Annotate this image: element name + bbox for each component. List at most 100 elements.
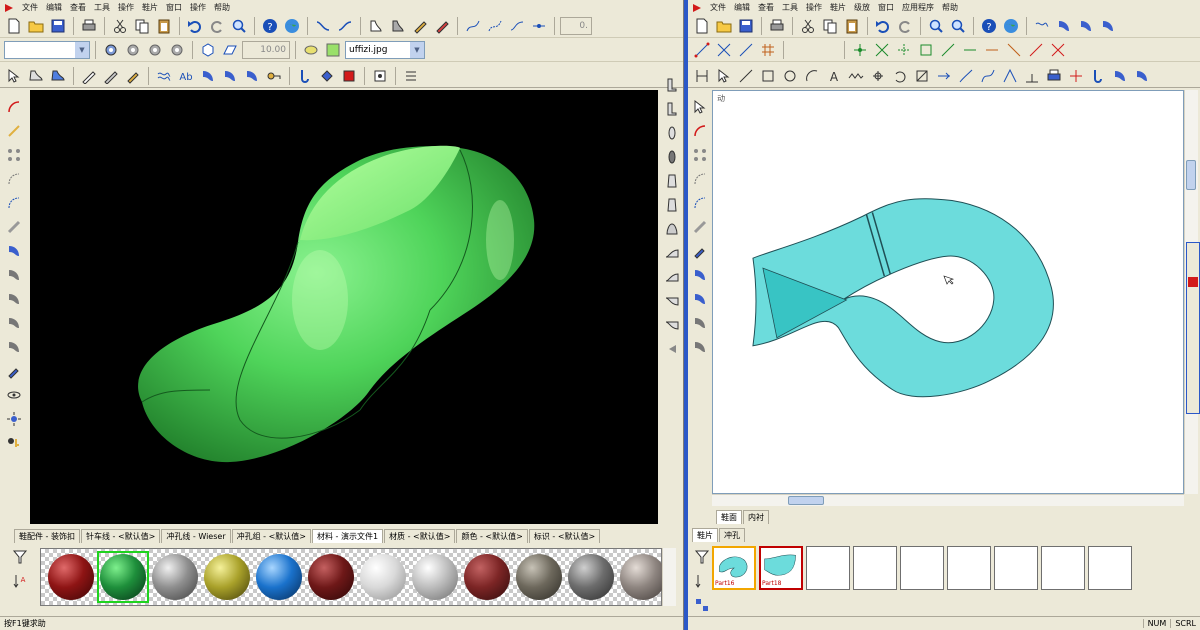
shoe-iso-3-icon[interactable]	[662, 290, 682, 312]
mirror-icon[interactable]	[313, 16, 333, 36]
stitch-v2-icon[interactable]	[690, 192, 710, 214]
mirror-2-icon[interactable]	[335, 16, 355, 36]
pointer-v-icon[interactable]	[690, 96, 710, 118]
menu-edit[interactable]: 编辑	[46, 2, 62, 13]
copy-icon[interactable]	[820, 16, 840, 36]
ruler-icon[interactable]	[4, 216, 24, 238]
piece-5-icon[interactable]	[1132, 66, 1152, 86]
text-icon[interactable]: Ab	[176, 66, 196, 86]
undo-icon[interactable]	[185, 16, 205, 36]
paste-icon[interactable]	[842, 16, 862, 36]
fill-icon[interactable]	[317, 66, 337, 86]
grid-dots-v-icon[interactable]	[690, 144, 710, 166]
zigzag-icon[interactable]	[846, 66, 866, 86]
material-swatch-light-grey[interactable]	[409, 551, 461, 603]
menu-view[interactable]: 查看	[758, 2, 774, 13]
shoe-iso-icon[interactable]	[662, 242, 682, 264]
shoe-icon[interactable]	[48, 66, 68, 86]
curve-4-icon[interactable]	[529, 16, 549, 36]
wave-icon[interactable]	[1032, 16, 1052, 36]
tab-logo[interactable]: 标识 - <默认值>	[528, 529, 601, 543]
zoom-icon[interactable]	[229, 16, 249, 36]
open-folder-icon[interactable]	[714, 16, 734, 36]
material-swatch-maroon[interactable]	[305, 551, 357, 603]
piece-v6-icon[interactable]	[690, 264, 710, 286]
piece-v3-icon[interactable]	[4, 288, 24, 310]
piece-thumbnail[interactable]: Part16	[712, 546, 756, 590]
piece-thumbnail[interactable]	[947, 546, 991, 590]
cut-icon[interactable]	[798, 16, 818, 36]
material-swatch-dark-red[interactable]	[45, 551, 97, 603]
tab-stitching[interactable]: 针车线 - <默认值>	[80, 529, 161, 543]
menu-tools[interactable]: 工具	[94, 2, 110, 13]
filter-icon[interactable]	[10, 546, 30, 568]
material-swatch-taupe[interactable]	[513, 551, 565, 603]
material-swatch-olive[interactable]	[201, 551, 253, 603]
material-swatch-green[interactable]	[97, 551, 149, 603]
shoe-iso-2-icon[interactable]	[662, 266, 682, 288]
arc-v-icon[interactable]	[690, 120, 710, 142]
wave-icon[interactable]	[154, 66, 174, 86]
node-grid-4-icon[interactable]	[916, 40, 936, 60]
menu-applications[interactable]: 应用程序	[902, 2, 934, 13]
texture-file-select[interactable]: uffizi.jpg ▼	[345, 40, 425, 59]
tab-material[interactable]: 材料 - 演示文件1	[312, 529, 384, 543]
cross-line-icon[interactable]	[714, 40, 734, 60]
layer-select[interactable]: ▼	[4, 40, 90, 59]
split-icon[interactable]	[1066, 66, 1086, 86]
floating-properties-panel[interactable]	[1186, 242, 1200, 414]
3d-viewport[interactable]	[30, 90, 658, 524]
piece-thumbnail[interactable]	[1088, 546, 1132, 590]
node-grid-2-icon[interactable]	[872, 40, 892, 60]
shoe-tool-icon[interactable]	[366, 16, 386, 36]
hook-icon[interactable]	[295, 66, 315, 86]
notch-icon[interactable]	[1022, 66, 1042, 86]
grid-dots-icon[interactable]	[4, 144, 24, 166]
curve-tool-icon[interactable]	[956, 66, 976, 86]
knife-2-icon[interactable]	[101, 66, 121, 86]
brush-icon[interactable]	[123, 66, 143, 86]
menu-operate[interactable]: 操作	[806, 2, 822, 13]
gear-icon[interactable]	[101, 40, 121, 60]
paint-icon[interactable]	[339, 66, 359, 86]
material-swatch-brick-red[interactable]	[461, 551, 513, 603]
shoe-iso-4-icon[interactable]	[662, 314, 682, 336]
ruler-v-icon[interactable]	[690, 216, 710, 238]
stitch-icon[interactable]	[4, 168, 24, 190]
help-icon[interactable]: ?	[260, 16, 280, 36]
piece-v2-icon[interactable]	[4, 264, 24, 286]
piece-icon[interactable]	[198, 66, 218, 86]
canvas-h-scrollbar[interactable]	[712, 494, 1184, 506]
key-icon[interactable]	[264, 66, 284, 86]
texture-2-icon[interactable]	[323, 40, 343, 60]
piece-thumbnail[interactable]	[806, 546, 850, 590]
shoe-side-icon[interactable]	[662, 74, 682, 96]
filter-2-icon[interactable]	[692, 546, 712, 568]
tab-punch-line[interactable]: 冲孔线 - Wieser	[161, 529, 231, 543]
light-icon[interactable]	[4, 408, 24, 430]
piece-3-icon[interactable]	[1098, 16, 1118, 36]
gear-4-icon[interactable]	[167, 40, 187, 60]
undo-icon[interactable]	[873, 16, 893, 36]
texture-icon[interactable]	[301, 40, 321, 60]
menu-view[interactable]: 查看	[70, 2, 86, 13]
back-arrow-icon[interactable]	[662, 338, 682, 360]
stitch-2-icon[interactable]	[4, 192, 24, 214]
help-icon[interactable]: ?	[979, 16, 999, 36]
shoe-front-icon[interactable]	[662, 218, 682, 240]
node-grid-7-icon[interactable]	[982, 40, 1002, 60]
material-scrollbar[interactable]	[662, 548, 676, 606]
gear-2-icon[interactable]	[123, 40, 143, 60]
menu-file[interactable]: 文件	[22, 2, 38, 13]
rotate-icon[interactable]	[890, 66, 910, 86]
node-grid-10-icon[interactable]	[1048, 40, 1068, 60]
sort-2-icon[interactable]	[692, 570, 712, 592]
eye-key-icon[interactable]	[4, 432, 24, 454]
menu-window[interactable]: 窗口	[878, 2, 894, 13]
tab-punch[interactable]: 冲孔	[719, 528, 745, 542]
zoom-field[interactable]: 0.	[560, 16, 592, 35]
piece-v7-icon[interactable]	[690, 288, 710, 310]
circle-icon[interactable]	[780, 66, 800, 86]
node-grid-9-icon[interactable]	[1026, 40, 1046, 60]
menu-pieces[interactable]: 鞋片	[142, 2, 158, 13]
